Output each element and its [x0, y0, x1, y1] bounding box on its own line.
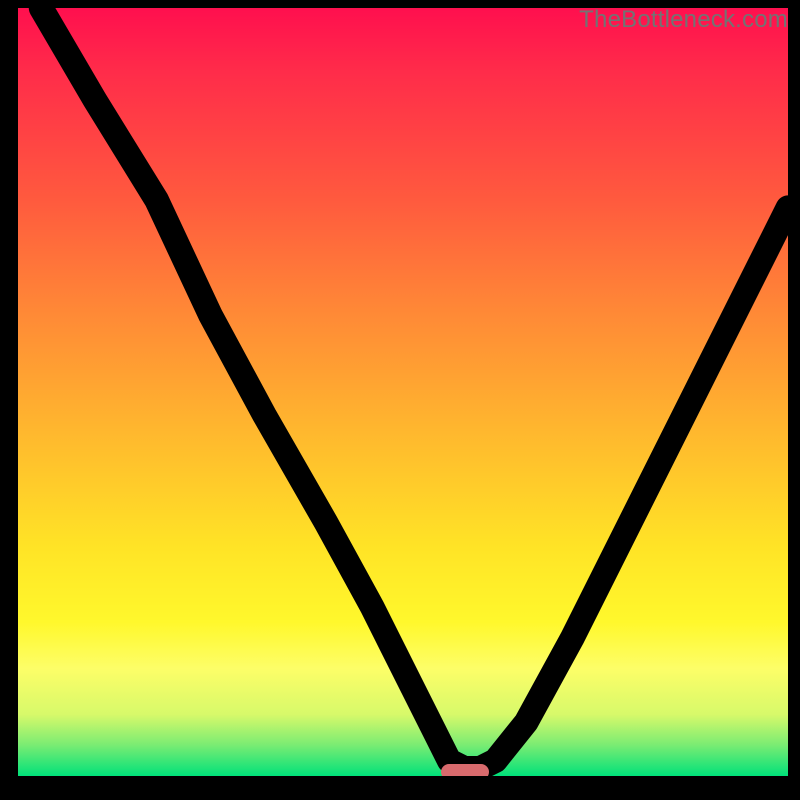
watermark-text: TheBottleneck.com: [579, 6, 788, 34]
bottleneck-chart: TheBottleneck.com: [0, 0, 800, 800]
optimal-point-marker: [441, 764, 489, 776]
curve-svg: [18, 8, 788, 776]
plot-area: [18, 8, 788, 776]
bottleneck-curve-line: [41, 8, 788, 768]
